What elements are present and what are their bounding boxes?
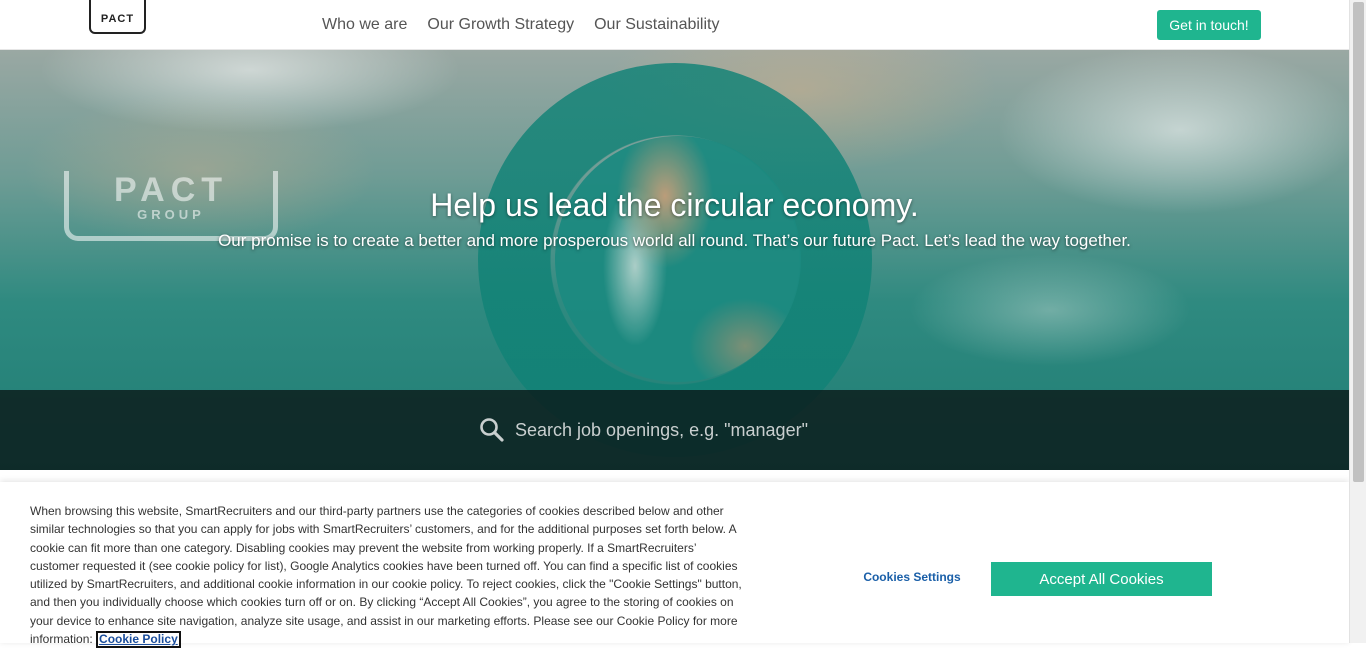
- scrollbar-thumb[interactable]: [1353, 2, 1364, 482]
- hero-subtitle: Our promise is to create a better and mo…: [218, 231, 1131, 250]
- cookie-notice-body: When browsing this website, SmartRecruit…: [30, 504, 742, 647]
- page-scrollbar[interactable]: [1349, 0, 1366, 643]
- hero-banner: PACT GROUP Help us lead the circular eco…: [0, 50, 1349, 470]
- logo-text: PACT: [100, 13, 135, 25]
- nav-sustainability[interactable]: Our Sustainability: [594, 16, 719, 34]
- accept-all-cookies-button[interactable]: Accept All Cookies: [991, 562, 1212, 596]
- cookies-settings-button[interactable]: Cookies Settings: [852, 566, 972, 588]
- cookie-banner: When browsing this website, SmartRecruit…: [0, 482, 1349, 648]
- get-in-touch-button[interactable]: Get in touch!: [1157, 10, 1261, 40]
- nav-growth-strategy[interactable]: Our Growth Strategy: [427, 16, 574, 34]
- cookie-notice-text: When browsing this website, SmartRecruit…: [30, 502, 745, 648]
- search-icon[interactable]: [479, 417, 505, 443]
- nav-who-we-are[interactable]: Who we are: [322, 16, 407, 34]
- job-search-input[interactable]: [515, 414, 895, 446]
- main-nav: Who we are Our Growth Strategy Our Susta…: [322, 0, 719, 50]
- hero-title: Help us lead the circular economy.: [430, 187, 919, 223]
- cookie-policy-link[interactable]: Cookie Policy: [96, 631, 181, 648]
- hero-aerial-image: [555, 136, 801, 382]
- pact-logo[interactable]: PACT: [89, 0, 146, 34]
- site-header: PACT Who we are Our Growth Strategy Our …: [0, 0, 1349, 50]
- job-search-bar: [0, 390, 1349, 470]
